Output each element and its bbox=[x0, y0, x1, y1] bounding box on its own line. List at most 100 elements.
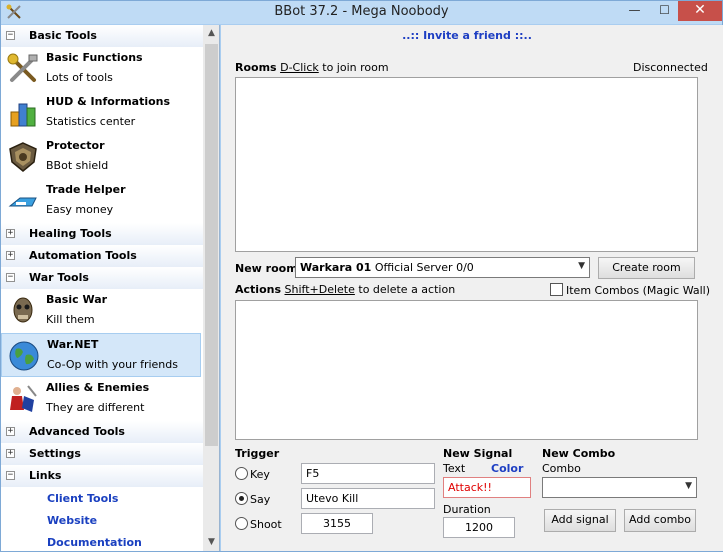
sidebar-item-war-net[interactable]: War.NET Co-Op with your friends bbox=[1, 333, 201, 377]
minimize-button[interactable]: — bbox=[621, 1, 648, 21]
sidebar-item-basic-war[interactable]: Basic War Kill them bbox=[1, 289, 201, 333]
sidebar-item-protector[interactable]: Protector BBot shield bbox=[1, 135, 201, 179]
expand-toggle[interactable]: + bbox=[6, 449, 15, 458]
item-subtitle: Kill them bbox=[46, 313, 95, 326]
item-subtitle: Statistics center bbox=[46, 115, 136, 128]
globe-icon bbox=[9, 341, 39, 371]
new-room-label: New room bbox=[235, 262, 298, 275]
expand-toggle[interactable]: + bbox=[6, 229, 15, 238]
signal-title: New Signal bbox=[443, 447, 513, 460]
item-subtitle: BBot shield bbox=[46, 159, 109, 172]
group-basic-tools[interactable]: − Basic Tools bbox=[1, 25, 203, 47]
app-window: BBot 37.2 - Mega Noobody — ☐ ✕ − Basic T… bbox=[0, 0, 723, 552]
rooms-header: Rooms D-Click to join room bbox=[235, 61, 389, 74]
skull-icon bbox=[13, 297, 33, 323]
invite-friend-link[interactable]: ..:: Invite a friend ::.. bbox=[221, 29, 713, 42]
item-subtitle: Easy money bbox=[46, 203, 114, 216]
trade-icon bbox=[8, 197, 37, 207]
link-client-tools[interactable]: Client Tools bbox=[47, 492, 118, 505]
create-room-button[interactable]: Create room bbox=[598, 257, 695, 279]
tools-icon bbox=[7, 53, 38, 82]
rooms-hint-key: D-Click bbox=[280, 61, 319, 74]
signal-duration-input[interactable]: 1200 bbox=[443, 517, 515, 538]
shield-icon bbox=[9, 142, 37, 172]
collapse-toggle[interactable]: − bbox=[6, 273, 15, 282]
item-subtitle: They are different bbox=[46, 401, 145, 414]
group-settings[interactable]: + Settings bbox=[1, 443, 203, 465]
trigger-shoot-radio[interactable] bbox=[235, 517, 248, 530]
item-title: Basic War bbox=[46, 293, 108, 306]
chart-icon bbox=[10, 103, 36, 127]
signal-color-link[interactable]: Color bbox=[491, 462, 523, 475]
sidebar-item-hud[interactable]: HUD & Informations Statistics center bbox=[1, 91, 201, 135]
maximize-button[interactable]: ☐ bbox=[651, 1, 678, 21]
group-label: Settings bbox=[29, 447, 81, 460]
trigger-key-radio[interactable] bbox=[235, 467, 248, 480]
server-name: Warkara 01 Official Server 0/0 bbox=[300, 261, 474, 274]
collapse-toggle[interactable]: − bbox=[6, 31, 15, 40]
sidebar-item-basic-functions[interactable]: Basic Functions Lots of tools bbox=[1, 47, 201, 91]
add-signal-button[interactable]: Add signal bbox=[544, 509, 616, 532]
sidebar: − Basic Tools Basic Functions Lots of to… bbox=[1, 25, 220, 551]
item-combos-label: Item Combos (Magic Wall) bbox=[566, 284, 711, 297]
rooms-label: Rooms bbox=[235, 61, 277, 74]
item-combos-checkbox[interactable] bbox=[550, 283, 563, 296]
group-automation-tools[interactable]: + Automation Tools bbox=[1, 245, 203, 267]
signal-duration-label: Duration bbox=[443, 503, 491, 516]
connection-status: Disconnected bbox=[633, 61, 708, 74]
rooms-list[interactable] bbox=[235, 77, 698, 252]
collapse-toggle[interactable]: − bbox=[6, 471, 15, 480]
group-links[interactable]: − Links bbox=[1, 465, 203, 487]
chevron-down-icon[interactable]: ▼ bbox=[578, 261, 585, 271]
item-title: Basic Functions bbox=[46, 51, 143, 64]
trigger-shoot-input[interactable]: 3155 bbox=[301, 513, 373, 534]
title-bar[interactable]: BBot 37.2 - Mega Noobody — ☐ ✕ bbox=[1, 1, 722, 24]
item-title: HUD & Informations bbox=[46, 95, 171, 108]
scroll-up-arrow-icon[interactable]: ▲ bbox=[203, 25, 219, 42]
trigger-say-input[interactable]: Utevo Kill bbox=[301, 488, 435, 509]
link-documentation[interactable]: Documentation bbox=[47, 536, 142, 549]
trigger-say-label: Say bbox=[250, 493, 271, 506]
expand-toggle[interactable]: + bbox=[6, 251, 15, 260]
trigger-key-input[interactable]: F5 bbox=[301, 463, 435, 484]
trigger-title: Trigger bbox=[235, 447, 280, 460]
group-label: Healing Tools bbox=[29, 227, 112, 240]
item-title: Allies & Enemies bbox=[46, 381, 150, 394]
sidebar-item-allies-enemies[interactable]: Allies & Enemies They are different bbox=[1, 377, 201, 421]
link-website[interactable]: Website bbox=[47, 514, 97, 527]
add-combo-button[interactable]: Add combo bbox=[624, 509, 696, 532]
item-title: War.NET bbox=[47, 338, 99, 351]
item-title: Protector bbox=[46, 139, 105, 152]
actions-label: Actions bbox=[235, 283, 281, 296]
sidebar-scrollbar[interactable]: ▲ ▼ bbox=[203, 25, 219, 551]
scroll-down-arrow-icon[interactable]: ▼ bbox=[203, 534, 219, 551]
group-label: Automation Tools bbox=[29, 249, 137, 262]
expand-toggle[interactable]: + bbox=[6, 427, 15, 436]
group-advanced-tools[interactable]: + Advanced Tools bbox=[1, 421, 203, 443]
trigger-shoot-label: Shoot bbox=[250, 518, 282, 531]
scroll-thumb[interactable] bbox=[205, 44, 218, 446]
actions-hint-key: Shift+Delete bbox=[284, 283, 355, 296]
group-label: Advanced Tools bbox=[29, 425, 125, 438]
actions-header: Actions Shift+Delete to delete a action bbox=[235, 283, 455, 296]
combo-title: New Combo bbox=[542, 447, 616, 460]
combo-select[interactable]: ▼ bbox=[542, 477, 697, 498]
rooms-hint: to join room bbox=[322, 61, 389, 74]
combo-label: Combo bbox=[542, 462, 581, 475]
sidebar-item-trade-helper[interactable]: Trade Helper Easy money bbox=[1, 179, 201, 223]
trigger-say-radio[interactable] bbox=[235, 492, 248, 505]
group-label: Basic Tools bbox=[29, 29, 97, 42]
actions-list[interactable] bbox=[235, 300, 698, 440]
trigger-key-label: Key bbox=[250, 468, 270, 481]
server-select[interactable]: Warkara 01 Official Server 0/0 ▼ bbox=[295, 257, 590, 278]
close-button[interactable]: ✕ bbox=[678, 1, 722, 21]
chevron-down-icon[interactable]: ▼ bbox=[685, 481, 692, 491]
group-war-tools[interactable]: − War Tools bbox=[1, 267, 203, 289]
item-title: Trade Helper bbox=[46, 183, 126, 196]
fighter-icon bbox=[10, 385, 37, 412]
signal-text-label: Text bbox=[443, 462, 466, 475]
window-title: BBot 37.2 - Mega Noobody bbox=[274, 4, 449, 19]
item-subtitle: Co-Op with your friends bbox=[47, 358, 178, 371]
group-healing-tools[interactable]: + Healing Tools bbox=[1, 223, 203, 245]
signal-text-input[interactable]: Attack!! bbox=[443, 477, 531, 498]
